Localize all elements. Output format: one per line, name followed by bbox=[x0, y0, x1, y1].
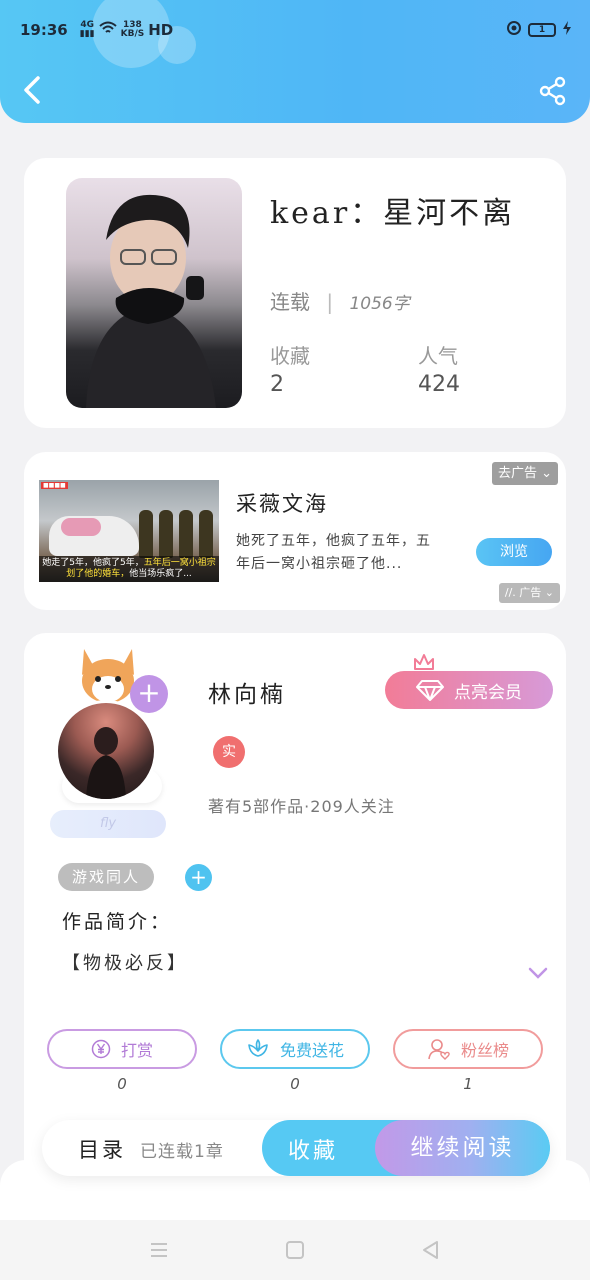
data-saver-icon bbox=[506, 20, 522, 40]
caption-text: 她走了5年，他疯了5年， bbox=[42, 558, 144, 568]
flower-count: 0 bbox=[290, 1075, 300, 1093]
user-heart-icon bbox=[428, 1039, 450, 1060]
hd-label: HD bbox=[148, 21, 174, 39]
ad-figure bbox=[179, 510, 193, 558]
status-right: 1 bbox=[506, 20, 572, 40]
share-icon bbox=[539, 76, 566, 106]
ad-banner[interactable]: ■■■■ 她走了5年，他疯了5年，五年后一窝小祖宗 划了他的婚车，他当场乐疯了.… bbox=[24, 452, 566, 610]
ad-badge[interactable]: //. 广告 ⌄ bbox=[498, 583, 560, 603]
battery-icon: 1 bbox=[528, 23, 556, 37]
expand-intro-button[interactable] bbox=[527, 965, 549, 981]
net-speed-unit: KB/S bbox=[120, 29, 145, 39]
bottom-action-bar: 目录 已连载1章 收藏 继续阅读 bbox=[42, 1120, 550, 1176]
chevron-down-icon: ⌄ bbox=[541, 466, 552, 481]
ad-image-tag: ■■■■ bbox=[41, 482, 68, 489]
home-icon[interactable] bbox=[284, 1240, 306, 1260]
yuan-icon bbox=[91, 1039, 111, 1059]
header: 19:36 4G ▮▮▮ 138 KB/S HD 1 bbox=[0, 0, 590, 123]
favorites-label: 收藏 bbox=[270, 344, 310, 368]
favorite-button-label: 收藏 bbox=[288, 1139, 339, 1164]
intro-text: 【物极必反】 bbox=[62, 953, 188, 974]
remove-ad-button[interactable]: 去广告 ⌄ bbox=[491, 462, 558, 485]
favorites-count: 2 bbox=[270, 372, 284, 397]
menu-icon[interactable] bbox=[148, 1240, 170, 1260]
divider: | bbox=[326, 290, 334, 314]
ad-logo-icon: //. bbox=[504, 586, 516, 599]
share-button[interactable] bbox=[538, 76, 568, 106]
ad-image-caption: 她走了5年，他疯了5年，五年后一窝小祖宗 划了他的婚车，他当场乐疯了... bbox=[39, 556, 219, 582]
vip-button-label: 点亮会员 bbox=[454, 682, 522, 703]
signal-label: 4G bbox=[80, 20, 94, 30]
ad-description: 她死了五年，他疯了五年，五年后一窝小祖宗砸了他... bbox=[236, 533, 431, 572]
genre-tag[interactable]: 游戏同人 bbox=[58, 863, 155, 891]
author-name: 林向楠 bbox=[208, 682, 286, 708]
net-speed: 138 KB/S bbox=[121, 21, 145, 39]
system-nav-bar bbox=[0, 1220, 590, 1280]
fans-ranking-label: 粉丝榜 bbox=[460, 1041, 509, 1060]
crown-icon bbox=[414, 654, 434, 670]
ad-badge-label: 广告 bbox=[519, 586, 542, 599]
popularity-count: 424 bbox=[418, 372, 460, 397]
ad-figure bbox=[139, 510, 153, 558]
ad-browse-button[interactable]: 浏览 bbox=[476, 538, 552, 566]
verified-badge: 实 bbox=[213, 736, 245, 768]
ad-figure bbox=[159, 510, 173, 558]
toc-button[interactable]: 目录 bbox=[78, 1134, 126, 1164]
ad-figure bbox=[199, 510, 213, 558]
back-icon bbox=[24, 76, 40, 104]
reward-button[interactable]: 打赏 bbox=[47, 1029, 197, 1069]
continue-reading-button[interactable]: 继续阅读 bbox=[375, 1120, 550, 1176]
book-info-card: kear：星河不离 连载 | 1056字 收藏 2 人气 424 bbox=[24, 158, 566, 428]
add-tag-button[interactable]: + bbox=[185, 864, 212, 891]
signal-indicator: 4G ▮▮▮ bbox=[79, 20, 95, 39]
book-title: kear：星河不离 bbox=[270, 196, 516, 231]
follow-author-button[interactable]: + bbox=[130, 675, 168, 713]
status-time: 19:36 bbox=[20, 21, 68, 39]
word-count: 1056字 bbox=[349, 294, 410, 314]
status-bar: 19:36 4G ▮▮▮ 138 KB/S HD 1 bbox=[20, 18, 572, 42]
cover-illustration bbox=[86, 194, 216, 408]
caption-highlight: 划了他的婚车， bbox=[66, 569, 130, 579]
fans-ranking-button[interactable]: 粉丝榜 bbox=[393, 1029, 543, 1069]
remove-ad-label: 去广告 bbox=[497, 466, 537, 481]
fans-count: 1 bbox=[463, 1075, 473, 1093]
send-flower-button[interactable]: 免费送花 bbox=[220, 1029, 370, 1069]
vip-button[interactable]: 点亮会员 bbox=[385, 671, 553, 709]
avatar-frame-label: fly bbox=[50, 810, 166, 838]
book-serial-info: 连载 | 1056字 bbox=[270, 286, 410, 315]
avatar-image bbox=[86, 727, 126, 799]
avatar[interactable] bbox=[55, 700, 157, 802]
charging-icon bbox=[562, 21, 572, 39]
wifi-icon bbox=[98, 21, 117, 39]
ad-flowers bbox=[61, 518, 101, 536]
ad-title: 采薇文海 bbox=[236, 492, 328, 516]
intro-label: 作品简介： bbox=[62, 911, 173, 933]
chevron-down-icon: ⌄ bbox=[544, 586, 554, 599]
flower-icon bbox=[248, 1039, 268, 1057]
back-triangle-icon[interactable] bbox=[420, 1240, 442, 1260]
book-cover[interactable] bbox=[66, 178, 242, 408]
reward-label: 打赏 bbox=[120, 1041, 153, 1060]
reward-count: 0 bbox=[117, 1075, 127, 1093]
caption-text: 他当场乐疯了... bbox=[129, 569, 192, 579]
caption-highlight: 五年后一窝小祖宗 bbox=[143, 558, 216, 568]
author-summary: 著有5部作品·209人关注 bbox=[208, 797, 395, 816]
diamond-icon bbox=[416, 680, 444, 701]
back-button[interactable] bbox=[18, 72, 48, 108]
popularity-label: 人气 bbox=[418, 344, 458, 368]
ad-image[interactable]: ■■■■ 她走了5年，他疯了5年，五年后一窝小祖宗 划了他的婚车，他当场乐疯了.… bbox=[39, 480, 219, 582]
toc-status[interactable]: 已连载1章 bbox=[140, 1137, 224, 1162]
send-flower-label: 免费送花 bbox=[279, 1041, 344, 1060]
serial-status: 连载 bbox=[270, 290, 310, 314]
